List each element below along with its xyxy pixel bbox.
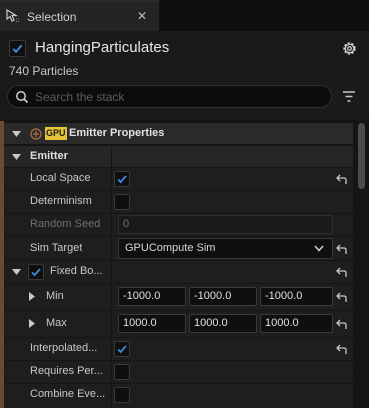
max-y-input[interactable]: 1000.0 (189, 314, 257, 333)
close-icon[interactable]: ✕ (136, 9, 148, 23)
sim-target-dropdown[interactable]: GPUCompute Sim (118, 238, 333, 259)
property-label: Local Space (30, 172, 91, 184)
property-label: Combine Eve... (30, 388, 106, 400)
chevron-down-icon (314, 245, 324, 252)
search-input[interactable] (35, 88, 325, 106)
chevron-down-icon[interactable] (12, 268, 21, 277)
emitter-stack: GPU Emitter Properties Emitter Local Spa… (0, 121, 369, 408)
property-row-fixed-bounds: Fixed Bo... (4, 261, 353, 283)
gpu-badge: GPU (45, 127, 67, 140)
max-x-input[interactable]: 1000.0 (118, 314, 186, 333)
min-y-input[interactable]: -1000.0 (189, 287, 257, 306)
combine-events-checkbox[interactable] (114, 387, 130, 403)
requires-persistent-checkbox[interactable] (114, 364, 130, 380)
gear-icon[interactable] (341, 40, 358, 57)
property-row-interpolated: Interpolated... (4, 338, 353, 360)
dropdown-value: GPUCompute Sim (125, 242, 216, 254)
property-label: Determinism (30, 195, 92, 207)
property-label: Fixed Bo... (50, 265, 103, 277)
property-row-combine-events: Combine Eve... (4, 384, 353, 408)
tab-title: Selection (27, 10, 77, 24)
tab-selection[interactable]: Selection ✕ (0, 0, 159, 31)
particle-count: 740 Particles (9, 64, 79, 78)
property-row-sim-target: Sim Target GPUCompute Sim (4, 237, 353, 260)
property-row-requires-persistent-ids: Requires Per... (4, 361, 353, 383)
search-box[interactable] (7, 85, 332, 108)
chevron-right-icon[interactable] (28, 319, 37, 328)
property-row-determinism: Determinism (4, 191, 353, 213)
group-title: Emitter (30, 150, 68, 162)
property-row-local-space: Local Space (4, 168, 353, 190)
chevron-down-icon (12, 131, 21, 137)
tab-bar: Selection ✕ (0, 0, 369, 31)
emitter-name: HangingParticulates (35, 39, 170, 56)
checkmark-icon (117, 345, 127, 354)
reset-icon[interactable] (335, 174, 348, 185)
selection-icon (6, 8, 20, 22)
group-emitter[interactable]: Emitter (4, 146, 353, 167)
property-label: Min (46, 290, 64, 302)
reset-icon[interactable] (335, 319, 348, 330)
property-label: Interpolated... (30, 342, 98, 354)
chevron-down-icon (12, 154, 21, 160)
property-label: Requires Per... (30, 365, 103, 377)
section-title: Emitter Properties (69, 127, 165, 139)
chevron-right-icon[interactable] (28, 292, 37, 301)
property-label: Max (46, 317, 67, 329)
determinism-checkbox[interactable] (114, 194, 130, 210)
interpolated-checkbox[interactable] (114, 341, 130, 357)
random-seed-input[interactable]: 0 (118, 215, 333, 234)
fixed-bounds-checkbox[interactable] (28, 264, 44, 280)
search-icon (16, 91, 29, 104)
property-row-random-seed: Random Seed 0 (4, 214, 353, 236)
property-row-max: Max 1000.0 1000.0 1000.0 (4, 311, 353, 337)
reset-icon[interactable] (335, 344, 348, 355)
property-row-min: Min -1000.0 -1000.0 -1000.0 (4, 284, 353, 310)
reset-icon[interactable] (335, 244, 348, 255)
reset-icon[interactable] (335, 267, 348, 278)
property-label: Random Seed (30, 218, 101, 230)
max-z-input[interactable]: 1000.0 (260, 314, 333, 333)
checkmark-icon (31, 268, 41, 277)
reset-icon[interactable] (335, 292, 348, 303)
min-z-input[interactable]: -1000.0 (260, 287, 333, 306)
filter-icon[interactable] (342, 90, 356, 103)
scrollbar-thumb[interactable] (358, 123, 365, 189)
module-icon (30, 128, 42, 140)
min-x-input[interactable]: -1000.0 (118, 287, 186, 306)
checkmark-icon (12, 44, 23, 54)
local-space-checkbox[interactable] (114, 171, 130, 187)
checkmark-icon (117, 175, 127, 184)
emitter-enabled-checkbox[interactable] (9, 40, 26, 57)
section-emitter-properties[interactable]: GPU Emitter Properties (4, 123, 353, 144)
property-label: Sim Target (30, 242, 83, 254)
